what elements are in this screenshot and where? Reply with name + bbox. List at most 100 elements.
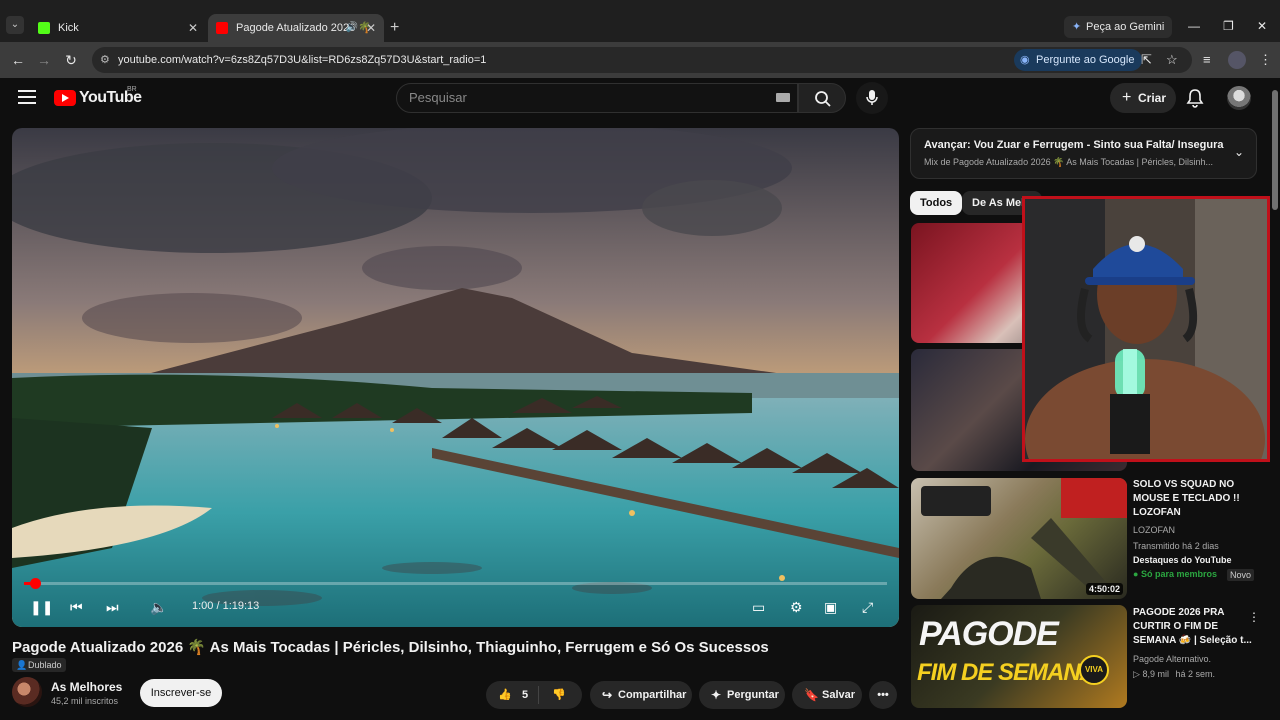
progress-bar[interactable] [24, 578, 887, 589]
ask-label: Perguntar [727, 689, 779, 701]
notifications-bell-icon[interactable] [1186, 88, 1204, 108]
more-vert-icon[interactable]: ⋮ [1248, 610, 1260, 624]
members-only-badge: ● Só para membros [1133, 569, 1217, 579]
bookmark-star-icon[interactable]: ☆ [1166, 52, 1178, 68]
sparkle-icon: ✦ [711, 688, 722, 702]
minimize-button[interactable]: — [1188, 16, 1200, 36]
maximize-button[interactable]: ❐ [1223, 16, 1234, 36]
more-actions-button[interactable]: ••• [869, 681, 897, 709]
reload-icon[interactable]: ↻ [61, 50, 81, 70]
thumbnail-logo: VIVA [1079, 655, 1109, 685]
youtube-favicon-icon [216, 22, 228, 34]
create-button[interactable]: + Criar [1110, 83, 1176, 113]
chevron-down-icon[interactable]: ⌄ [1234, 145, 1244, 159]
pause-icon[interactable]: ❚❚ [30, 598, 53, 616]
time-display: 1:00 / 1:19:13 [192, 600, 260, 612]
install-app-icon[interactable]: ⇱ [1141, 52, 1152, 68]
tab-youtube[interactable]: Pagode Atualizado 2026 🌴 🔊 ✕ [208, 14, 384, 42]
tab-label: Kick [58, 22, 79, 34]
members-icon: ● [1133, 569, 1139, 579]
channel-avatar[interactable] [12, 677, 42, 707]
tab-close-icon[interactable]: ✕ [366, 14, 376, 42]
up-next-panel[interactable]: Avançar: Vou Zuar e Ferrugem - Sinto sua… [910, 128, 1257, 179]
video-frame [12, 128, 899, 627]
miniplayer-icon[interactable]: ▣ [824, 598, 837, 616]
scrollbar-thumb[interactable] [1272, 90, 1278, 210]
new-tab-button[interactable]: + [390, 14, 399, 42]
webcam-feed [1025, 199, 1267, 459]
gemini-button[interactable]: ✦ Peça ao Gemini [1064, 16, 1173, 38]
related-video-title[interactable]: SOLO VS SQUAD NO MOUSE E TECLADO !! LOZO… [1133, 478, 1255, 520]
subtitles-icon[interactable]: ▭ [752, 598, 765, 616]
media-controls-icon[interactable]: ≡ [1203, 52, 1211, 68]
ask-google-label: Pergunte ao Google [1036, 54, 1135, 66]
channel-name[interactable]: As Melhores [51, 680, 122, 694]
next-icon[interactable]: ⏭ [106, 598, 119, 616]
members-label: Só para membros [1140, 569, 1217, 579]
thumbnail-text: FIM DE SEMANA [917, 659, 1097, 686]
tab-kick[interactable]: Kick ✕ [30, 14, 206, 42]
page-scrollbar[interactable] [1270, 78, 1280, 720]
thumbnail-text: PAGODE [919, 615, 1059, 653]
youtube-header: YouTube BR Pesquisar + Criar [0, 78, 1270, 120]
related-thumbnail[interactable]: 4:50:02 [911, 478, 1127, 599]
browser-toolbar: ← → ↻ ⚙ youtube.com/watch?v=6zs8Zq57D3U&… [0, 42, 1280, 78]
more-dots-icon: ••• [877, 689, 889, 701]
player-controls: ❚❚ ⏮ ⏭ 🔈 1:00 / 1:19:13 ▭ ⚙ ▣ ⤢ [12, 590, 899, 627]
previous-icon[interactable]: ⏮ [70, 598, 83, 616]
keyboard-icon[interactable] [776, 93, 790, 102]
new-badge: Novo [1227, 569, 1255, 581]
like-count: 5 [522, 689, 529, 701]
related-video-channel[interactable]: LOZOFAN [1133, 525, 1175, 535]
dub-person-icon: 👤 [16, 660, 28, 670]
ask-google-button[interactable]: ◉ Pergunte ao Google [1014, 49, 1143, 71]
gemini-sparkle-icon: ✦ [1072, 21, 1082, 33]
back-arrow-icon[interactable]: ← [8, 50, 28, 70]
save-button[interactable]: 🔖 Salvar [792, 681, 862, 709]
share-button[interactable]: ↪ Compartilhar [590, 681, 692, 709]
related-video-channel[interactable]: Pagode Alternativo. [1133, 654, 1211, 664]
related-thumbnail[interactable]: PAGODE FIM DE SEMANA VIVA [911, 605, 1127, 708]
share-label: Compartilhar [618, 689, 687, 701]
video-duration: 4:50:02 [1085, 583, 1123, 595]
share-arrow-icon: ↪ [602, 688, 613, 702]
create-label: Criar [1138, 91, 1167, 105]
plus-icon: + [1122, 89, 1132, 106]
bookmark-icon: 🔖 [804, 688, 819, 702]
like-button[interactable]: 👍 [498, 681, 512, 709]
search-button[interactable] [798, 83, 846, 113]
channel-subscribers: 45,2 mil inscritos [51, 696, 119, 706]
dislike-button[interactable]: 👎 [552, 681, 566, 709]
video-player[interactable]: ❚❚ ⏮ ⏭ 🔈 1:00 / 1:19:13 ▭ ⚙ ▣ ⤢ [12, 128, 899, 627]
browser-profile-avatar[interactable] [1228, 51, 1246, 69]
dub-label: Dublado [28, 660, 62, 670]
subscribe-button[interactable]: Inscrever-se [140, 679, 222, 707]
browser-menu-icon[interactable]: ⋮ [1259, 52, 1272, 68]
browser-tab-bar: ⌄ Kick ✕ Pagode Atualizado 2026 🌴 🔊 ✕ + … [0, 0, 1280, 42]
like-dislike-group: 👍 5 👎 [486, 681, 582, 709]
settings-gear-icon[interactable]: ⚙ [790, 598, 803, 616]
chip-all[interactable]: Todos [910, 191, 963, 215]
up-next-subtitle: Mix de Pagode Atualizado 2026 🌴 As Mais … [924, 157, 1214, 167]
video-title: Pagode Atualizado 2026 🌴 As Mais Tocadas… [12, 639, 769, 656]
speaker-icon[interactable]: 🔊 [346, 14, 358, 42]
pill-divider [538, 686, 539, 704]
volume-icon[interactable]: 🔈 [150, 598, 167, 616]
account-avatar[interactable] [1227, 86, 1251, 110]
search-icon [815, 91, 831, 107]
related-video-tag: Destaques do YouTube [1133, 555, 1232, 565]
gemini-label: Peça ao Gemini [1086, 21, 1165, 33]
related-video-title[interactable]: PAGODE 2026 PRA CURTIR O FIM DE SEMANA 🍻… [1133, 606, 1255, 648]
site-info-icon[interactable]: ⚙ [100, 47, 110, 73]
voice-search-button[interactable] [856, 82, 888, 114]
forward-arrow-icon[interactable]: → [34, 50, 54, 70]
close-window-button[interactable]: ✕ [1257, 16, 1267, 36]
search-input[interactable]: Pesquisar [396, 83, 798, 113]
hamburger-menu-icon[interactable] [18, 90, 36, 104]
related-video-meta: Transmitido há 2 dias [1133, 541, 1219, 551]
fullscreen-icon[interactable]: ⤢ [862, 598, 873, 616]
tab-search-dropdown[interactable]: ⌄ [6, 16, 24, 34]
tab-close-icon[interactable]: ✕ [188, 14, 198, 42]
ask-button[interactable]: ✦ Perguntar [699, 681, 785, 709]
dub-badge: 👤 Dublado [12, 658, 66, 672]
